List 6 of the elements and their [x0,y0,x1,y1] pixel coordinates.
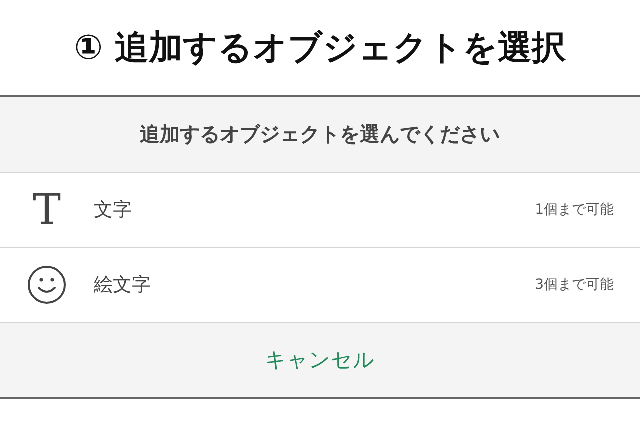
cancel-button[interactable]: キャンセル [0,323,640,397]
smiley-icon [27,265,67,305]
text-icon: T [32,189,61,231]
page-heading: ① 追加するオブジェクトを選択 [74,26,566,70]
sheet-title: 追加するオブジェクトを選んでください [0,97,640,173]
menu-item[interactable]: T 文字 1個まで可能 [0,173,640,248]
